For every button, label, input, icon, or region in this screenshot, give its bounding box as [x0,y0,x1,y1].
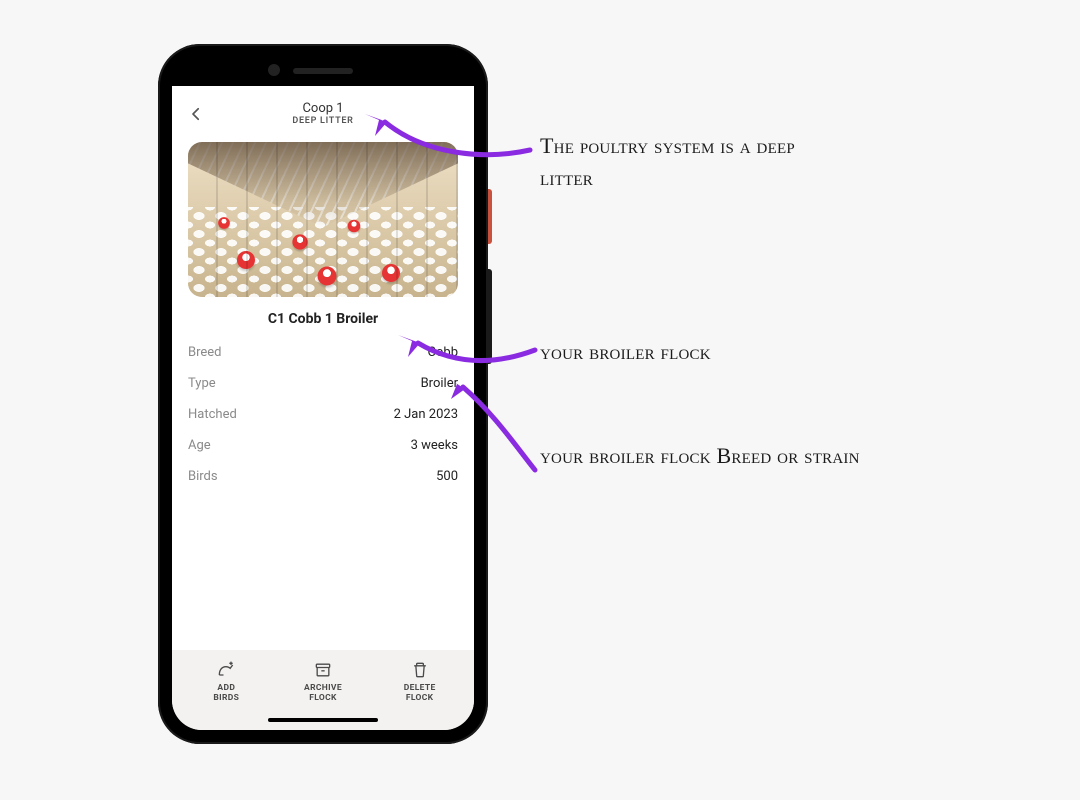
bird-add-icon [216,660,236,680]
trash-icon [410,660,430,680]
detail-row-hatched: Hatched 2 Jan 2023 [188,399,458,430]
phone-speaker [293,68,353,74]
content-area: C1 Cobb 1 Broiler Breed Cobb Type Broile… [172,142,474,650]
archive-icon [313,660,333,680]
annotation-broiler-flock: your broiler flock [540,336,840,368]
action-label: ARCHIVE [304,683,342,693]
action-label: DELETE [404,683,436,693]
detail-label: Breed [188,345,222,360]
action-label: FLOCK [309,693,337,703]
power-button [488,189,492,244]
bottom-action-bar: ADD BIRDS ARCHIVE FLOCK [172,650,474,710]
home-indicator [172,710,474,730]
annotation-arrow [445,375,565,485]
back-button[interactable] [184,102,208,126]
annotation-breed-strain: your broiler flock Breed or strain [540,440,900,472]
detail-label: Type [188,376,216,391]
detail-label: Birds [188,469,218,484]
action-label: BIRDS [213,693,239,703]
annotation-arrow [400,325,540,375]
detail-row-birds: Birds 500 [188,461,458,492]
add-birds-button[interactable]: ADD BIRDS [178,660,274,704]
detail-label: Age [188,438,211,453]
chevron-left-icon [187,105,205,123]
annotation-arrow [365,100,535,170]
detail-row-age: Age 3 weeks [188,430,458,461]
header-title: Coop 1 [302,102,343,116]
header-subtitle: DEEP LITTER [292,116,353,126]
detail-label: Hatched [188,407,237,422]
phone-camera [268,64,280,76]
annotation-deep-litter: The poultry system is a deep litter [540,130,840,194]
app-screen: Coop 1 DEEP LITTER C1 Cobb 1 Broiler Bre… [172,86,474,730]
delete-flock-button[interactable]: DELETE FLOCK [372,660,468,704]
archive-flock-button[interactable]: ARCHIVE FLOCK [275,660,371,704]
action-label: ADD [217,683,235,693]
action-label: FLOCK [406,693,434,703]
